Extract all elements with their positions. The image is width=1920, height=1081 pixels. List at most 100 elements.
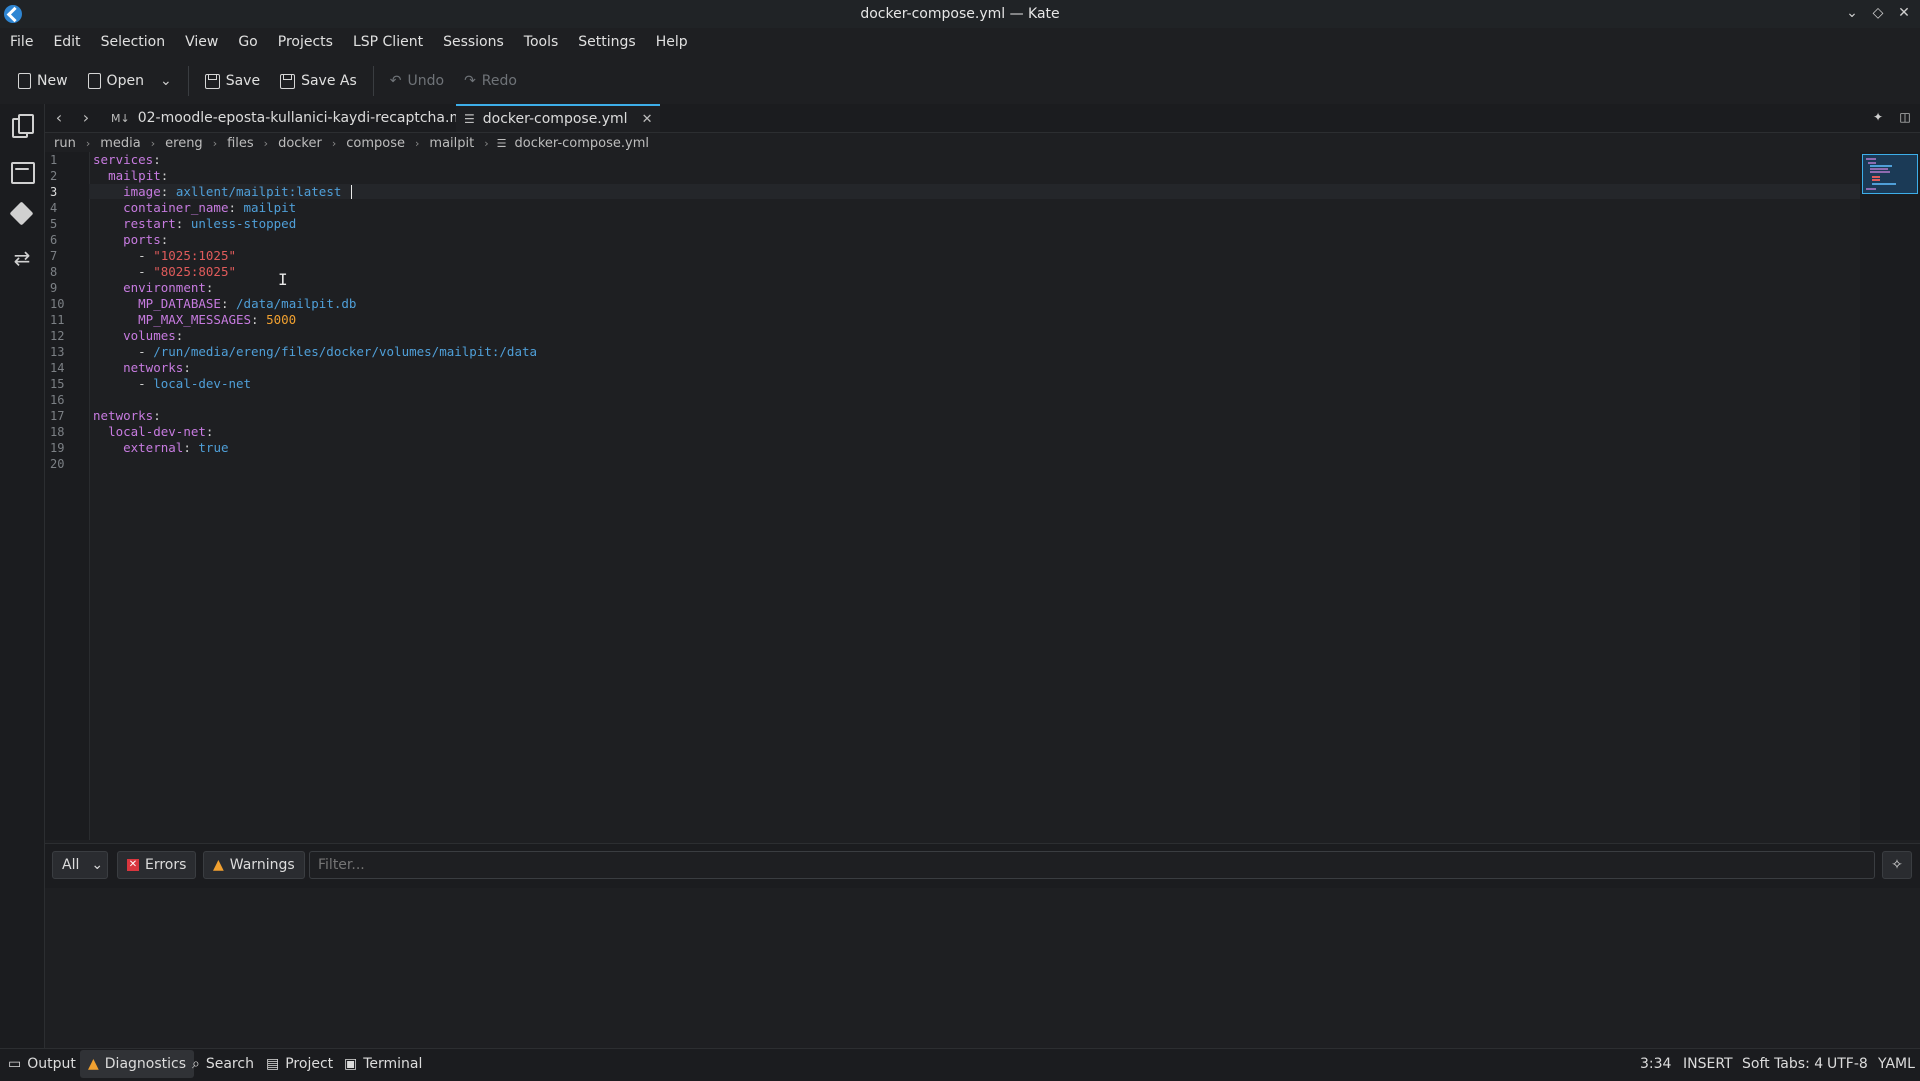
save-as-button[interactable]: Save As xyxy=(270,67,367,95)
documents-icon[interactable] xyxy=(10,114,34,138)
code-line: external: true xyxy=(123,440,229,455)
diagnostics-list[interactable] xyxy=(45,888,1920,1048)
tab-docker-compose[interactable]: ☰ docker-compose.yml ✕ xyxy=(456,104,661,132)
save-button[interactable]: Save xyxy=(195,67,270,95)
indentation-setting[interactable]: Soft Tabs: 4 xyxy=(1742,1056,1823,1072)
toolbar-separator xyxy=(187,66,189,96)
menu-selection[interactable]: Selection xyxy=(91,30,176,56)
open-document-icon xyxy=(87,73,101,89)
breadcrumb-item[interactable]: media xyxy=(98,136,143,151)
code-line: networks: xyxy=(93,408,161,423)
cursor-position[interactable]: 3:34 xyxy=(1640,1056,1671,1072)
breadcrumb-item[interactable]: run xyxy=(52,136,78,151)
close-icon[interactable]: ✕ xyxy=(1896,4,1912,22)
panel-tab-search[interactable]: ⌕ Search xyxy=(184,1050,262,1078)
breadcrumb: run › media › ereng › files › docker › c… xyxy=(52,134,651,152)
chevron-right-icon: › xyxy=(484,136,489,150)
breadcrumb-item[interactable]: files xyxy=(225,136,256,151)
line-number: 10 xyxy=(50,297,65,311)
mouse-ibeam-icon: I xyxy=(278,270,288,289)
line-number: 12 xyxy=(50,329,65,343)
breadcrumb-item[interactable]: docker-compose.yml xyxy=(513,136,651,151)
chevron-right-icon: › xyxy=(331,136,337,150)
line-number: 17 xyxy=(50,409,65,423)
split-view-icon[interactable]: ◫ xyxy=(1897,110,1913,126)
search-icon: ⌕ xyxy=(192,1056,200,1072)
breadcrumb-item[interactable]: mailpit xyxy=(427,136,476,151)
chevron-right-icon: › xyxy=(415,136,420,150)
panel-tab-output[interactable]: ▭ Output xyxy=(0,1050,84,1078)
nav-forward-icon[interactable]: › xyxy=(76,108,96,128)
clear-icon: ✧ xyxy=(1891,857,1903,873)
menu-go[interactable]: Go xyxy=(228,30,267,56)
syntax-mode[interactable]: YAML xyxy=(1878,1056,1915,1072)
code-line: image: axllent/mailpit:latest xyxy=(123,184,342,199)
panel-tab-diagnostics[interactable]: ▲ Diagnostics xyxy=(80,1050,195,1078)
diagnostics-scope-select[interactable]: All ⌄ xyxy=(52,851,108,879)
warning-icon: ▲ xyxy=(213,857,224,873)
line-number: 9 xyxy=(50,281,58,295)
pin-icon[interactable]: ✦ xyxy=(1870,110,1886,126)
tab-moodle-md[interactable]: M↓ 02-moodle-eposta-kullanici-kaydi-reca… xyxy=(103,104,505,132)
chevron-right-icon: › xyxy=(85,136,91,150)
panel-tab-terminal[interactable]: ▣ Terminal xyxy=(336,1050,430,1078)
line-number: 2 xyxy=(50,169,58,183)
menu-tools[interactable]: Tools xyxy=(514,30,569,56)
new-document-icon xyxy=(18,73,31,89)
text-file-icon: ☰ xyxy=(464,112,475,126)
code-line: restart: unless-stopped xyxy=(123,216,297,231)
nav-back-icon[interactable]: ‹ xyxy=(49,108,69,128)
git-icon[interactable] xyxy=(9,201,34,226)
menu-edit[interactable]: Edit xyxy=(43,30,90,56)
diagnostics-filter-input[interactable] xyxy=(309,851,1875,879)
line-number: 1 xyxy=(50,153,58,167)
undo-button[interactable]: ↶ Undo xyxy=(380,67,454,95)
breadcrumb-item[interactable]: ereng xyxy=(163,136,205,151)
line-number: 16 xyxy=(50,393,65,407)
redo-button[interactable]: ↷ Redo xyxy=(454,67,527,95)
menu-sessions[interactable]: Sessions xyxy=(433,30,514,56)
close-tab-icon[interactable]: ✕ xyxy=(642,112,653,127)
minimap[interactable] xyxy=(1860,152,1920,840)
projects-icon[interactable] xyxy=(10,160,35,184)
panel-tab-project[interactable]: ▤ Project xyxy=(258,1050,341,1078)
editor-area[interactable] xyxy=(45,152,1860,840)
input-mode[interactable]: INSERT xyxy=(1683,1056,1733,1072)
project-icon: ▤ xyxy=(266,1056,280,1072)
code-line: services: xyxy=(93,152,161,167)
symbols-icon[interactable]: ⇄ xyxy=(10,246,34,270)
new-button[interactable]: New xyxy=(8,67,78,95)
warnings-filter-button[interactable]: ▲ Warnings xyxy=(203,851,305,879)
menu-view[interactable]: View xyxy=(175,30,228,56)
breadcrumb-item[interactable]: docker xyxy=(276,136,324,151)
encoding-setting[interactable]: UTF-8 xyxy=(1827,1056,1868,1072)
code-line: - /run/media/ereng/files/docker/volumes/… xyxy=(138,344,538,359)
code-line: mailpit: xyxy=(108,168,169,183)
toolbar-separator xyxy=(372,66,374,96)
warning-icon: ▲ xyxy=(88,1056,99,1072)
chevron-down-icon[interactable]: ⌄ xyxy=(160,73,172,89)
left-sidebar: ⇄ xyxy=(0,104,45,1048)
menu-settings[interactable]: Settings xyxy=(568,30,645,56)
clear-diagnostics-button[interactable]: ✧ xyxy=(1882,851,1912,879)
breadcrumb-item[interactable]: compose xyxy=(344,136,407,151)
code-line: local-dev-net: xyxy=(108,424,214,439)
line-number: 6 xyxy=(50,233,58,247)
menu-help[interactable]: Help xyxy=(646,30,698,56)
maximize-icon[interactable]: ◇ xyxy=(1870,4,1886,22)
code-line: - local-dev-net xyxy=(138,376,252,391)
open-button[interactable]: Open ⌄ xyxy=(78,67,182,95)
menu-lsp-client[interactable]: LSP Client xyxy=(343,30,433,56)
minimize-icon[interactable]: ⌄ xyxy=(1844,4,1860,22)
line-number: 13 xyxy=(50,345,65,359)
line-number: 3 xyxy=(50,185,58,199)
menu-projects[interactable]: Projects xyxy=(268,30,343,56)
window-controls: ⌄ ◇ ✕ xyxy=(1844,4,1912,22)
line-number: 5 xyxy=(50,217,58,231)
menu-file[interactable]: File xyxy=(0,30,43,56)
line-number: 18 xyxy=(50,425,65,439)
chevron-down-icon: ⌄ xyxy=(91,857,104,873)
line-number: 4 xyxy=(50,201,58,215)
text-caret xyxy=(351,185,352,199)
errors-filter-button[interactable]: ✕ Errors xyxy=(117,851,197,879)
